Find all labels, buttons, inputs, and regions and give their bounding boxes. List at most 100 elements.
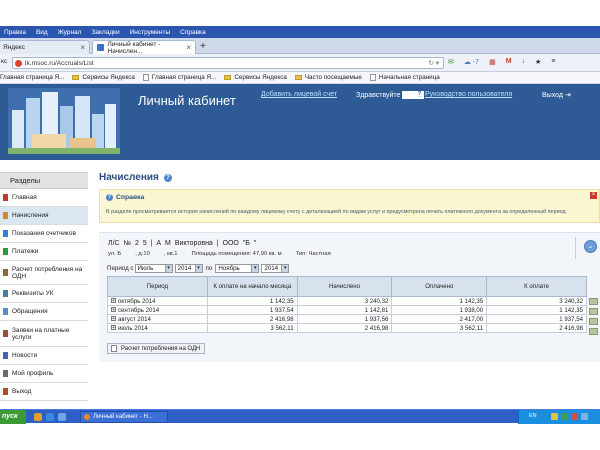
sidebar-item-requisites[interactable]: Реквизиты УК bbox=[0, 285, 88, 303]
sidebar-item-home[interactable]: Главная bbox=[0, 189, 88, 207]
sidebar-item-odn[interactable]: Расчет потребления на ОДН bbox=[0, 261, 88, 285]
bookmark-item[interactable]: Часто посещаемые bbox=[294, 74, 362, 81]
tab-cabinet[interactable]: Личный кабинет - Начислен... × bbox=[92, 40, 196, 55]
tray-icon[interactable] bbox=[581, 413, 588, 420]
sidebar-item-logout[interactable]: Выход bbox=[0, 383, 88, 401]
mail-icon[interactable]: ✉ bbox=[448, 58, 454, 66]
close-icon[interactable]: × bbox=[80, 43, 85, 52]
sidebar-item-profile[interactable]: Мой профиль bbox=[0, 365, 88, 383]
help-box: ? Справка В разделе просматривается истор… bbox=[99, 189, 600, 223]
account-panel: Л/С № 2 5 | А М Викторовна | ООО "Б " ул… bbox=[99, 232, 600, 362]
expand-icon[interactable]: + bbox=[111, 307, 116, 313]
browser-menubar: Правка Вид Журнал Закладки Инструменты С… bbox=[0, 26, 600, 38]
favicon-icon bbox=[97, 44, 104, 51]
print-icon[interactable] bbox=[589, 328, 598, 335]
app-icon[interactable] bbox=[34, 413, 42, 421]
column-header[interactable]: К оплате на начало месяца bbox=[206, 276, 298, 297]
add-account-link[interactable]: Добавить лицевой счет bbox=[261, 91, 337, 98]
sidebar-item-meters[interactable]: Показания счетчиков bbox=[0, 225, 88, 243]
menu-bookmarks[interactable]: Закладки bbox=[91, 29, 119, 36]
page-title: Личный кабинет bbox=[138, 93, 236, 108]
menu-view[interactable]: Вид bbox=[36, 29, 48, 36]
column-header[interactable]: Оплачено bbox=[391, 276, 488, 297]
period-cell[interactable]: + октябрь 2014 bbox=[107, 296, 208, 306]
odn-calc-button[interactable]: Расчет потребления на ОДН bbox=[107, 343, 206, 354]
back-icon[interactable]: кс bbox=[1, 58, 7, 65]
document-icon bbox=[111, 345, 117, 352]
taskbar-window-button[interactable]: Личный кабинет - Н... bbox=[80, 411, 168, 423]
table-row[interactable]: + октябрь 2014 1 142,35 3 240,32 1 142,35… bbox=[107, 296, 587, 306]
bookmark-item[interactable]: Сервисы Яндекса bbox=[72, 74, 135, 81]
due-cell: 1 142,35 bbox=[486, 305, 587, 315]
sidebar-item-paid-services[interactable]: Заявки на платные услуги bbox=[0, 321, 88, 347]
tab-yandex-label: Яндекс bbox=[3, 44, 25, 51]
toolbar-icons: ✉ ☁ -7 ▦ M ↓ ★ ≡ bbox=[448, 58, 555, 66]
gmail-icon[interactable]: M bbox=[506, 58, 512, 66]
year-to-select[interactable]: 2014 ▾ bbox=[261, 264, 290, 273]
sidebar-item-label: Начисления bbox=[12, 212, 49, 219]
user-guide-link[interactable]: ? Руководство пользователя bbox=[416, 91, 512, 98]
bookmark-item[interactable]: Главная страница Я... bbox=[142, 74, 216, 81]
start-button[interactable]: пуск bbox=[0, 410, 26, 424]
period-cell[interactable]: + июль 2014 bbox=[107, 323, 208, 333]
expand-icon[interactable]: + bbox=[111, 298, 116, 304]
tray-icon[interactable] bbox=[561, 413, 568, 420]
month-to-value: Ноябрь bbox=[218, 265, 240, 272]
period-value: октябрь 2014 bbox=[118, 297, 156, 305]
print-icon[interactable] bbox=[589, 298, 598, 305]
month-from-select[interactable]: Июль ▾ bbox=[134, 264, 173, 273]
close-icon[interactable]: × bbox=[186, 43, 191, 52]
expand-icon[interactable]: + bbox=[111, 325, 116, 331]
flat: , кв.1 bbox=[163, 251, 178, 257]
tab-yandex[interactable]: Яндекс × bbox=[0, 40, 90, 54]
expand-icon[interactable]: + bbox=[111, 316, 116, 322]
print-icon[interactable] bbox=[589, 308, 598, 315]
download-icon[interactable]: ↓ bbox=[522, 58, 526, 66]
column-header[interactable]: Начислено bbox=[296, 276, 393, 297]
question-icon: ? bbox=[416, 91, 423, 98]
charged-cell: 1 937,56 bbox=[296, 314, 393, 324]
column-header[interactable]: К оплате bbox=[486, 276, 587, 297]
period-cell[interactable]: + сентябрь 2014 bbox=[107, 305, 208, 315]
address-bar[interactable]: lk.rnsoc.ru/Accruals/List ↻ ▾ bbox=[12, 57, 444, 69]
print-icon[interactable] bbox=[589, 318, 598, 325]
chevron-down-icon[interactable]: ⌄ bbox=[584, 240, 597, 253]
menu-edit[interactable]: Правка bbox=[4, 29, 26, 36]
bookmark-item[interactable]: Главная страница Я... bbox=[0, 74, 64, 81]
bookmark-star-icon[interactable]: ★ bbox=[535, 58, 541, 66]
sidebar-item-appeals[interactable]: Обращения bbox=[0, 303, 88, 321]
calendar-icon[interactable]: ▦ bbox=[489, 58, 496, 66]
year-from-select[interactable]: 2014 ▾ bbox=[174, 264, 203, 273]
sidebar-item-news[interactable]: Новости bbox=[0, 347, 88, 365]
start-balance-cell: 1 937,54 bbox=[206, 305, 298, 315]
period-cell[interactable]: + август 2014 bbox=[107, 314, 208, 324]
bookmark-item[interactable]: Начальная страница bbox=[369, 74, 440, 81]
menu-tools[interactable]: Инструменты bbox=[130, 29, 171, 36]
charged-cell: 1 142,81 bbox=[296, 305, 393, 315]
sidebar-item-payments[interactable]: Платежи bbox=[0, 243, 88, 261]
menu-help[interactable]: Справка bbox=[180, 29, 206, 36]
menu-icon[interactable]: ≡ bbox=[551, 58, 555, 66]
table-row[interactable]: + сентябрь 2014 1 937,54 1 142,81 1 938,0… bbox=[107, 305, 587, 315]
menu-history[interactable]: Журнал bbox=[58, 29, 82, 36]
language-indicator[interactable]: EN bbox=[529, 413, 537, 419]
content-title-text: Начисления bbox=[99, 172, 159, 183]
app-icon[interactable] bbox=[46, 413, 54, 421]
tray-icon[interactable] bbox=[551, 413, 558, 420]
month-to-select[interactable]: Ноябрь ▾ bbox=[215, 264, 260, 273]
close-icon[interactable]: × bbox=[590, 192, 597, 199]
new-tab-button[interactable]: + bbox=[200, 41, 206, 52]
app-icon[interactable] bbox=[58, 413, 66, 421]
weather-icon[interactable]: ☁ -7 bbox=[464, 58, 479, 66]
table-row[interactable]: + июль 2014 3 562,11 2 416,98 3 562,11 2 … bbox=[107, 323, 587, 333]
logout-link[interactable]: Выход ⇥ bbox=[542, 91, 571, 99]
payments-icon bbox=[3, 248, 8, 255]
sidebar-item-charges[interactable]: Начисления bbox=[0, 207, 88, 225]
bookmark-item[interactable]: Сервисы Яндекса bbox=[224, 74, 287, 81]
reload-icon[interactable]: ↻ ▾ bbox=[428, 58, 439, 69]
column-header[interactable]: Период bbox=[107, 276, 208, 297]
system-tray: EN bbox=[518, 410, 600, 424]
question-icon[interactable]: ? bbox=[163, 173, 172, 182]
tray-icon[interactable] bbox=[571, 413, 578, 420]
table-row[interactable]: + август 2014 2 416,98 1 937,56 2 417,00 … bbox=[107, 314, 587, 324]
